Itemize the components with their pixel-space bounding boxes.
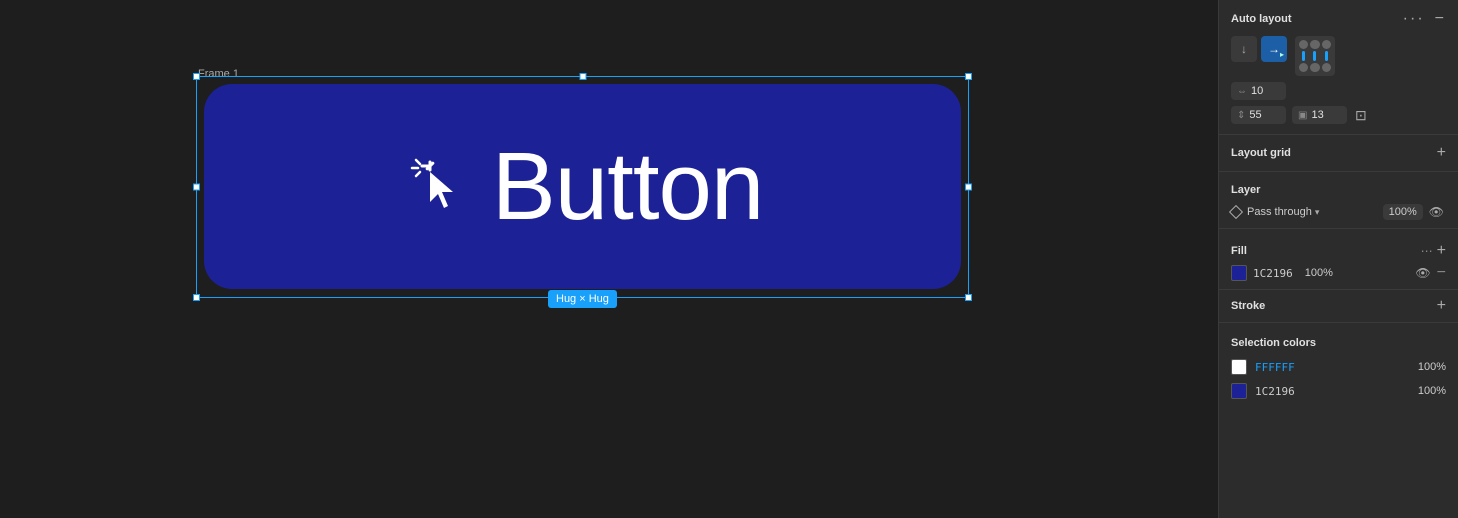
- spacing-v-value: 55: [1249, 109, 1261, 121]
- spacing-horizontal-field[interactable]: ⇔ 10: [1231, 82, 1286, 100]
- align-dot-6: [1322, 63, 1331, 72]
- align-bar: [1302, 51, 1305, 60]
- spacing-row-1: ⇔ 10: [1231, 82, 1446, 100]
- sel-color-swatch-white[interactable]: [1231, 359, 1247, 375]
- add-stroke-btn[interactable]: +: [1437, 298, 1446, 314]
- fill-section: Fill ⋯ + 1C2196 100% 👁 −: [1219, 229, 1458, 290]
- align-dot-2: [1310, 40, 1319, 49]
- frame-label: Frame 1: [198, 68, 239, 80]
- fill-header-row: Fill ⋯ +: [1231, 243, 1446, 259]
- layer-visibility-btn[interactable]: 👁: [1427, 205, 1446, 219]
- align-grid[interactable]: [1295, 36, 1335, 76]
- handle-bl[interactable]: [193, 294, 200, 301]
- align-dot-3: [1322, 40, 1331, 49]
- align-bar-3: [1325, 51, 1328, 60]
- layer-title: Layer: [1231, 184, 1260, 196]
- auto-layout-section: Auto layout ··· − ↓ → ▸: [1219, 0, 1458, 135]
- chevron-down-icon: ▾: [1315, 207, 1320, 218]
- handle-mr[interactable]: [965, 184, 972, 191]
- cursor-icon: [402, 152, 472, 222]
- button-label: Button: [492, 132, 764, 242]
- resize-icon-btn[interactable]: ⊡: [1353, 107, 1369, 124]
- align-dot-5: [1310, 63, 1319, 72]
- direction-right-btn[interactable]: → ▸: [1261, 36, 1287, 62]
- diamond-icon: [1229, 205, 1243, 219]
- selection-color-row-blue: 1C2196 100%: [1231, 383, 1446, 399]
- stroke-section: Stroke +: [1219, 290, 1458, 323]
- align-bar-2: [1313, 51, 1316, 60]
- selection-colors-title: Selection colors: [1231, 337, 1316, 349]
- fill-hex-value[interactable]: 1C2196: [1253, 267, 1293, 280]
- auto-layout-close-btn[interactable]: −: [1433, 10, 1446, 28]
- canvas: Frame 1 Button Hug × Hug: [0, 0, 1218, 518]
- fill-title: Fill: [1231, 245, 1247, 257]
- add-layout-grid-btn[interactable]: +: [1437, 145, 1446, 161]
- fill-opacity-value[interactable]: 100%: [1305, 267, 1333, 279]
- remove-fill-btn[interactable]: −: [1437, 265, 1446, 281]
- align-dot-1: [1299, 40, 1308, 49]
- layer-opacity-field[interactable]: 100%: [1383, 204, 1423, 220]
- layout-grid-section: Layout grid +: [1219, 135, 1458, 172]
- spacing-row-2: ⇕ 55 ▣ 13 ⊡: [1231, 106, 1446, 124]
- direction-controls: ↓ → ▸: [1231, 36, 1287, 62]
- padding-field[interactable]: ▣ 13: [1292, 106, 1347, 124]
- spacing-h-value: 10: [1251, 85, 1263, 97]
- handle-br[interactable]: [965, 294, 972, 301]
- add-fill-btn[interactable]: +: [1437, 243, 1446, 259]
- selection-colors-section: Selection colors FFFFFF 100% 1C2196 100%: [1219, 323, 1458, 409]
- handle-tr[interactable]: [965, 73, 972, 80]
- direction-down-btn[interactable]: ↓: [1231, 36, 1257, 62]
- spacing-vertical-field[interactable]: ⇕ 55: [1231, 106, 1286, 124]
- layer-section: Layer Pass through ▾ 100% 👁: [1219, 172, 1458, 229]
- sel-color-opacity-blue: 100%: [1418, 385, 1446, 397]
- stroke-title: Stroke: [1231, 300, 1265, 312]
- sel-color-hex-white[interactable]: FFFFFF: [1255, 361, 1295, 374]
- auto-layout-more-btn[interactable]: ···: [1401, 10, 1427, 28]
- handle-ml[interactable]: [193, 184, 200, 191]
- align-dot-4: [1299, 63, 1308, 72]
- selection-color-row-white: FFFFFF 100%: [1231, 359, 1446, 375]
- sel-color-opacity-white: 100%: [1418, 361, 1446, 373]
- layer-row: Pass through ▾ 100% 👁: [1231, 204, 1446, 220]
- fill-color-swatch[interactable]: [1231, 265, 1247, 281]
- padding-value: 13: [1311, 109, 1323, 121]
- sel-color-swatch-blue[interactable]: [1231, 383, 1247, 399]
- handle-tm[interactable]: [579, 73, 586, 80]
- fill-dots-btn[interactable]: ⋯: [1421, 243, 1433, 259]
- right-panel: Auto layout ··· − ↓ → ▸: [1218, 0, 1458, 518]
- button-frame[interactable]: Button: [204, 84, 961, 289]
- sel-color-hex-blue[interactable]: 1C2196: [1255, 385, 1295, 398]
- hug-label: Hug × Hug: [548, 290, 617, 308]
- fill-visibility-btn[interactable]: 👁: [1413, 266, 1432, 280]
- auto-layout-title: Auto layout: [1231, 13, 1292, 25]
- layer-mode-selector[interactable]: Pass through ▾: [1247, 206, 1319, 218]
- layout-grid-title: Layout grid: [1231, 147, 1291, 159]
